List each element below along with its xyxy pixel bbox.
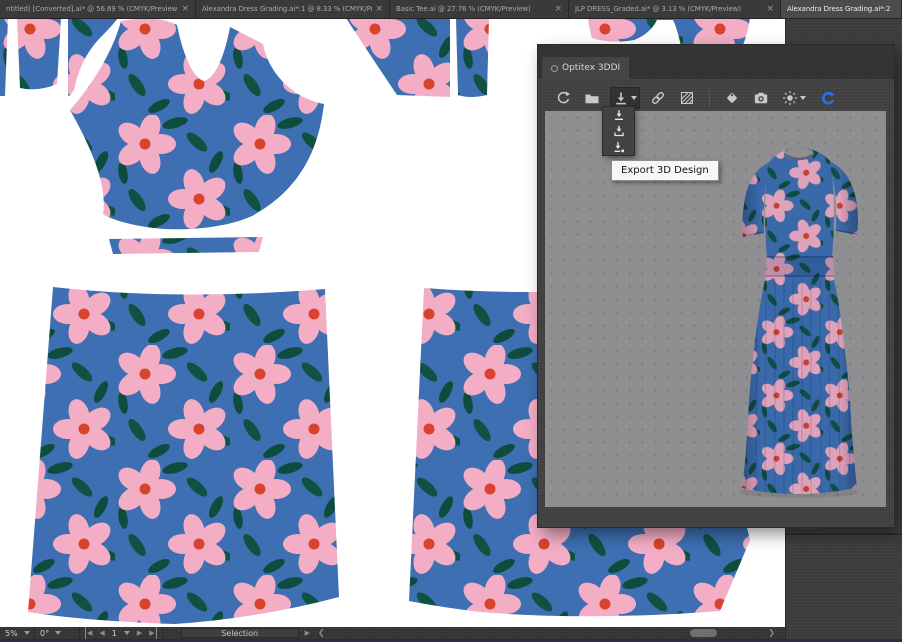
menu-item-export-3d-with-options[interactable] <box>603 139 634 155</box>
last-artboard-icon[interactable]: ▶ <box>149 627 156 639</box>
document-tab-active[interactable]: Alexandra Dress Grading.ai*:2 @ 1 <box>781 0 902 18</box>
document-tab-bar: ntitled) [Converted].ai* @ 56.69 % (CMYK… <box>0 0 902 19</box>
panel-tab-icon <box>551 65 558 72</box>
refresh-button[interactable] <box>552 87 574 109</box>
piece-waistband[interactable] <box>109 237 263 254</box>
first-artboard-icon[interactable]: ◀ <box>85 627 92 639</box>
colorway-tag-button[interactable] <box>721 87 743 109</box>
tab-title: Basic Tee.ai @ 27.76 % (CMYK/Preview) <box>396 5 531 13</box>
panel-tab-row: Optitex 3DDI <box>538 57 894 79</box>
tab-title: Alexandra Dress Grading.ai*:2 @ 1 <box>787 5 891 13</box>
close-icon[interactable]: × <box>555 5 562 14</box>
artboard-dropdown-icon[interactable] <box>124 631 130 635</box>
tab-title: ntitled) [Converted].ai* @ 56.69 % (CMYK… <box>6 5 178 13</box>
illustrator-window: ntitled) [Converted].ai* @ 56.69 % (CMYK… <box>0 0 902 642</box>
status-bar: 5% 0° ◀ ◀ 1 ▶ ▶ Selection ▶ ❮ ❯ <box>0 627 785 639</box>
status-display[interactable]: Selection <box>181 628 299 638</box>
open-file-button[interactable] <box>581 87 603 109</box>
rotation-value: 0° <box>40 629 49 638</box>
artboard-navigation: ◀ ◀ 1 ▶ ▶ <box>80 627 163 639</box>
hatch-swatch-icon <box>679 90 695 106</box>
rotation-field[interactable]: 0° <box>35 627 80 639</box>
sync-3d-icon <box>819 90 836 107</box>
status-display-text: Selection <box>221 629 258 638</box>
sync-3d-button[interactable] <box>816 87 839 110</box>
document-tab[interactable]: Basic Tee.ai @ 27.76 % (CMYK/Preview) × <box>390 0 569 18</box>
dock-divider <box>786 533 902 535</box>
zoom-level-value: 5% <box>5 629 18 638</box>
refresh-icon <box>555 90 571 106</box>
piece-sleeve-curved[interactable] <box>346 18 450 97</box>
render-settings-button[interactable] <box>779 87 809 109</box>
camera-icon <box>753 90 769 106</box>
folder-icon <box>584 90 600 106</box>
panel-toolbar <box>552 85 839 111</box>
tab-title: JLP DRESS_Graded.ai* @ 3.13 % (CMYK/Prev… <box>575 5 741 13</box>
previous-artboard-icon[interactable]: ◀ <box>99 627 104 639</box>
fabric-swatch-button[interactable] <box>676 87 698 109</box>
tooltip-text: Export 3D Design <box>621 165 709 176</box>
link-fabric-button[interactable] <box>647 87 669 109</box>
export-menu-caret-icon[interactable] <box>631 96 637 100</box>
menu-item-export-3d-to-folder[interactable] <box>603 123 634 139</box>
zoom-dropdown-icon[interactable] <box>24 631 30 635</box>
piece-skirt-front[interactable] <box>28 287 339 624</box>
document-tab[interactable]: ntitled) [Converted].ai* @ 56.69 % (CMYK… <box>0 0 196 18</box>
toolbar-separator <box>709 90 710 106</box>
export-3d-button[interactable] <box>610 87 640 109</box>
artboard-number: 1 <box>112 629 117 638</box>
export-3d-icon <box>613 90 629 106</box>
export-options-icon <box>613 141 625 153</box>
zoom-level-field[interactable]: 5% <box>0 627 35 639</box>
piece-back-neck-fragment[interactable] <box>588 18 750 47</box>
rotation-dropdown-icon[interactable] <box>55 631 61 635</box>
tab-title: Alexandra Dress Grading.ai*:1 @ 8.33 % (… <box>202 5 372 13</box>
horizontal-scrollbar[interactable]: ❮ ❯ <box>314 627 785 639</box>
panel-titlebar[interactable] <box>538 45 894 57</box>
render-menu-caret-icon[interactable] <box>800 96 806 100</box>
dock-gripper[interactable] <box>798 527 818 530</box>
export-tray-icon <box>613 125 625 137</box>
dress-shading <box>739 144 861 496</box>
status-menu-arrow-icon[interactable]: ▶ <box>305 627 310 639</box>
optitex-3ddi-panel[interactable]: Optitex 3DDI <box>538 45 894 527</box>
close-icon[interactable]: × <box>767 5 774 14</box>
sun-icon <box>782 90 798 106</box>
scroll-left-icon[interactable]: ❮ <box>318 627 325 639</box>
snapshot-button[interactable] <box>750 87 772 109</box>
close-icon[interactable]: × <box>376 5 383 14</box>
tooltip: Export 3D Design <box>611 160 719 181</box>
scroll-right-icon[interactable]: ❯ <box>768 627 775 639</box>
scrollbar-thumb[interactable] <box>690 629 717 637</box>
piece-bodice-front[interactable] <box>70 18 324 229</box>
close-icon[interactable]: × <box>182 5 189 14</box>
tag-icon <box>724 90 740 106</box>
export-arrow-icon <box>613 109 625 121</box>
piece-facing-strip-center[interactable] <box>456 18 489 97</box>
panel-tab-optitex[interactable]: Optitex 3DDI <box>542 57 629 79</box>
export-dropdown-menu <box>603 107 634 155</box>
link-icon <box>650 90 666 106</box>
panel-tab-label: Optitex 3DDI <box>562 63 620 73</box>
document-tab[interactable]: JLP DRESS_Graded.ai* @ 3.13 % (CMYK/Prev… <box>569 0 781 18</box>
document-tab[interactable]: Alexandra Dress Grading.ai*:1 @ 8.33 % (… <box>196 0 390 18</box>
piece-edge-sliver[interactable] <box>0 18 8 96</box>
menu-item-export-3d-design[interactable] <box>603 107 634 123</box>
next-artboard-icon[interactable]: ▶ <box>137 627 142 639</box>
piece-facing-strip-left[interactable] <box>17 18 61 89</box>
